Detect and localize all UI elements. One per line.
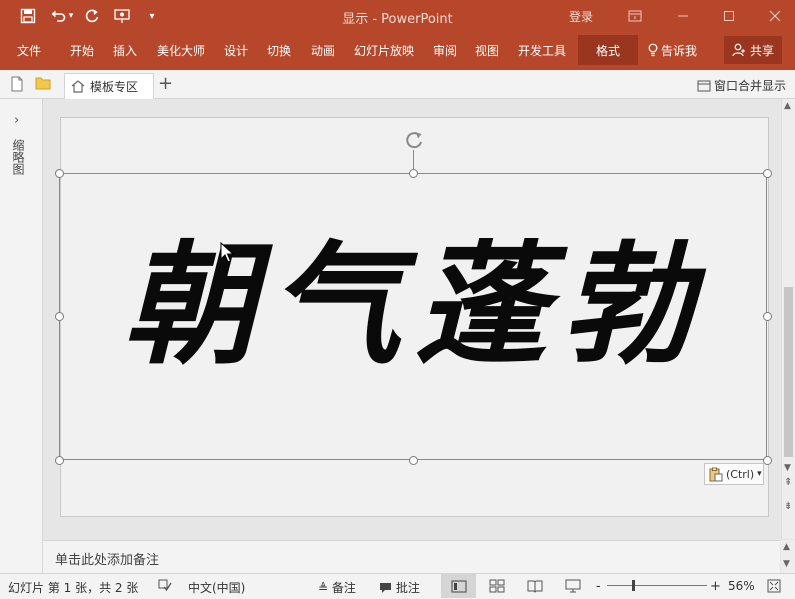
comments-button-label: 批注 bbox=[395, 581, 420, 595]
tab-file[interactable]: 文件 bbox=[17, 42, 41, 59]
notes-placeholder[interactable]: 单击此处添加备注 bbox=[55, 549, 159, 568]
clipboard-icon bbox=[709, 467, 723, 482]
previous-slide-icon[interactable]: ⇞ bbox=[784, 478, 792, 488]
merge-windows-label: 窗口合并显示 bbox=[714, 79, 787, 93]
vertical-scrollbar[interactable]: ▲ ▼ ⇞ ⇟ bbox=[781, 99, 795, 539]
login-link[interactable]: 登录 bbox=[569, 8, 593, 25]
document-tabs-bar: 模板专区 + 窗口合并显示 bbox=[0, 70, 795, 99]
slide-sorter-icon[interactable] bbox=[489, 579, 505, 596]
share-label: 共享 bbox=[749, 43, 774, 58]
slideshow-view-icon[interactable] bbox=[565, 579, 581, 596]
slide-title-text[interactable]: 朝气蓬勃 bbox=[110, 226, 720, 386]
scroll-up-icon[interactable]: ▲ bbox=[784, 101, 791, 111]
resize-handle-bottom-right[interactable] bbox=[763, 456, 772, 465]
share-button[interactable]: 共享 bbox=[724, 36, 782, 64]
title-bar: ▾ ▾ 显示 - PowerPoint 登录 bbox=[0, 0, 795, 32]
comment-icon bbox=[379, 582, 392, 597]
ribbon-display-icon[interactable] bbox=[622, 6, 648, 26]
comments-button[interactable]: 批注 bbox=[379, 579, 420, 597]
open-folder-icon[interactable] bbox=[35, 76, 51, 92]
tab-view[interactable]: 视图 bbox=[475, 42, 499, 59]
window-icon bbox=[697, 80, 711, 92]
zoom-out-button[interactable]: - bbox=[596, 579, 601, 594]
tab-design[interactable]: 设计 bbox=[224, 42, 248, 59]
mouse-cursor-icon bbox=[220, 241, 235, 264]
resize-handle-bottom[interactable] bbox=[409, 456, 418, 465]
tab-transitions[interactable]: 切换 bbox=[267, 42, 291, 59]
expand-panel-icon[interactable]: › bbox=[14, 113, 19, 128]
tab-review[interactable]: 审阅 bbox=[433, 42, 457, 59]
home-icon bbox=[71, 80, 85, 93]
zoom-slider[interactable] bbox=[607, 585, 707, 586]
language-indicator[interactable]: 中文(中国) bbox=[188, 579, 245, 596]
template-zone-tab[interactable]: 模板专区 bbox=[64, 73, 154, 99]
paste-options-button[interactable]: (Ctrl) ▾ bbox=[704, 463, 764, 485]
maximize-icon[interactable] bbox=[716, 6, 742, 26]
notes-pane[interactable]: 单击此处添加备注 bbox=[43, 540, 780, 574]
ribbon-tabs: 文件 开始 插入 美化大师 设计 切换 动画 幻灯片放映 审阅 视图 开发工具 … bbox=[0, 32, 795, 70]
minimize-icon[interactable] bbox=[670, 6, 696, 26]
tab-animations[interactable]: 动画 bbox=[311, 42, 335, 59]
new-document-icon[interactable] bbox=[10, 76, 26, 92]
normal-view-icon[interactable] bbox=[441, 574, 476, 598]
scroll-thumb[interactable] bbox=[784, 287, 793, 457]
tab-format[interactable]: 格式 bbox=[578, 35, 638, 65]
person-icon bbox=[732, 43, 746, 57]
notes-button-label: 备注 bbox=[331, 581, 356, 595]
lightbulb-icon bbox=[648, 43, 658, 60]
rotate-handle-icon[interactable] bbox=[403, 129, 425, 151]
slide-counter: 幻灯片 第 1 张，共 2 张 bbox=[8, 581, 139, 595]
tell-me-label: 告诉我 bbox=[661, 44, 698, 58]
zoom-level[interactable]: 56% bbox=[728, 579, 755, 593]
merge-windows-button[interactable]: 窗口合并显示 bbox=[697, 77, 786, 94]
dropdown-arrow-icon: ▾ bbox=[757, 469, 762, 479]
template-zone-label: 模板专区 bbox=[90, 80, 139, 94]
tell-me[interactable]: 告诉我 bbox=[648, 42, 697, 60]
tab-slideshow[interactable]: 幻灯片放映 bbox=[354, 42, 414, 59]
paste-options-label: (Ctrl) bbox=[726, 467, 755, 481]
resize-handle-bottom-left[interactable] bbox=[55, 456, 64, 465]
tab-insert[interactable]: 插入 bbox=[113, 42, 137, 59]
resize-handle-top[interactable] bbox=[409, 169, 418, 178]
resize-handle-top-left[interactable] bbox=[55, 169, 64, 178]
fit-to-window-icon[interactable] bbox=[767, 579, 781, 596]
notes-scroll-up-icon[interactable]: ▲ bbox=[783, 542, 790, 552]
tab-developer[interactable]: 开发工具 bbox=[518, 42, 566, 59]
close-icon[interactable] bbox=[762, 6, 788, 26]
zoom-in-button[interactable]: + bbox=[710, 579, 721, 594]
notes-icon: ≜ bbox=[318, 581, 329, 595]
tab-home[interactable]: 开始 bbox=[70, 42, 94, 59]
thumbnail-label[interactable]: 缩略图 bbox=[11, 139, 27, 175]
resize-handle-left[interactable] bbox=[55, 312, 64, 321]
thumbnail-panel: › 缩略图 bbox=[0, 99, 43, 573]
add-tab-icon[interactable]: + bbox=[158, 73, 173, 94]
scroll-down-icon[interactable]: ▼ bbox=[784, 463, 791, 473]
spellcheck-icon[interactable] bbox=[157, 578, 173, 595]
resize-handle-right[interactable] bbox=[763, 312, 772, 321]
notes-button[interactable]: ≜ 备注 bbox=[318, 579, 356, 596]
zoom-slider-thumb[interactable] bbox=[632, 580, 635, 591]
notes-scrollbar[interactable]: ▲ ▼ bbox=[781, 540, 795, 573]
tab-beautify[interactable]: 美化大师 bbox=[157, 42, 205, 59]
next-slide-icon[interactable]: ⇟ bbox=[784, 502, 792, 512]
reading-view-icon[interactable] bbox=[527, 579, 543, 596]
notes-scroll-down-icon[interactable]: ▼ bbox=[783, 559, 790, 569]
resize-handle-top-right[interactable] bbox=[763, 169, 772, 178]
status-bar: 幻灯片 第 1 张，共 2 张 中文(中国) ≜ 备注 批注 - + 56% bbox=[0, 573, 795, 599]
